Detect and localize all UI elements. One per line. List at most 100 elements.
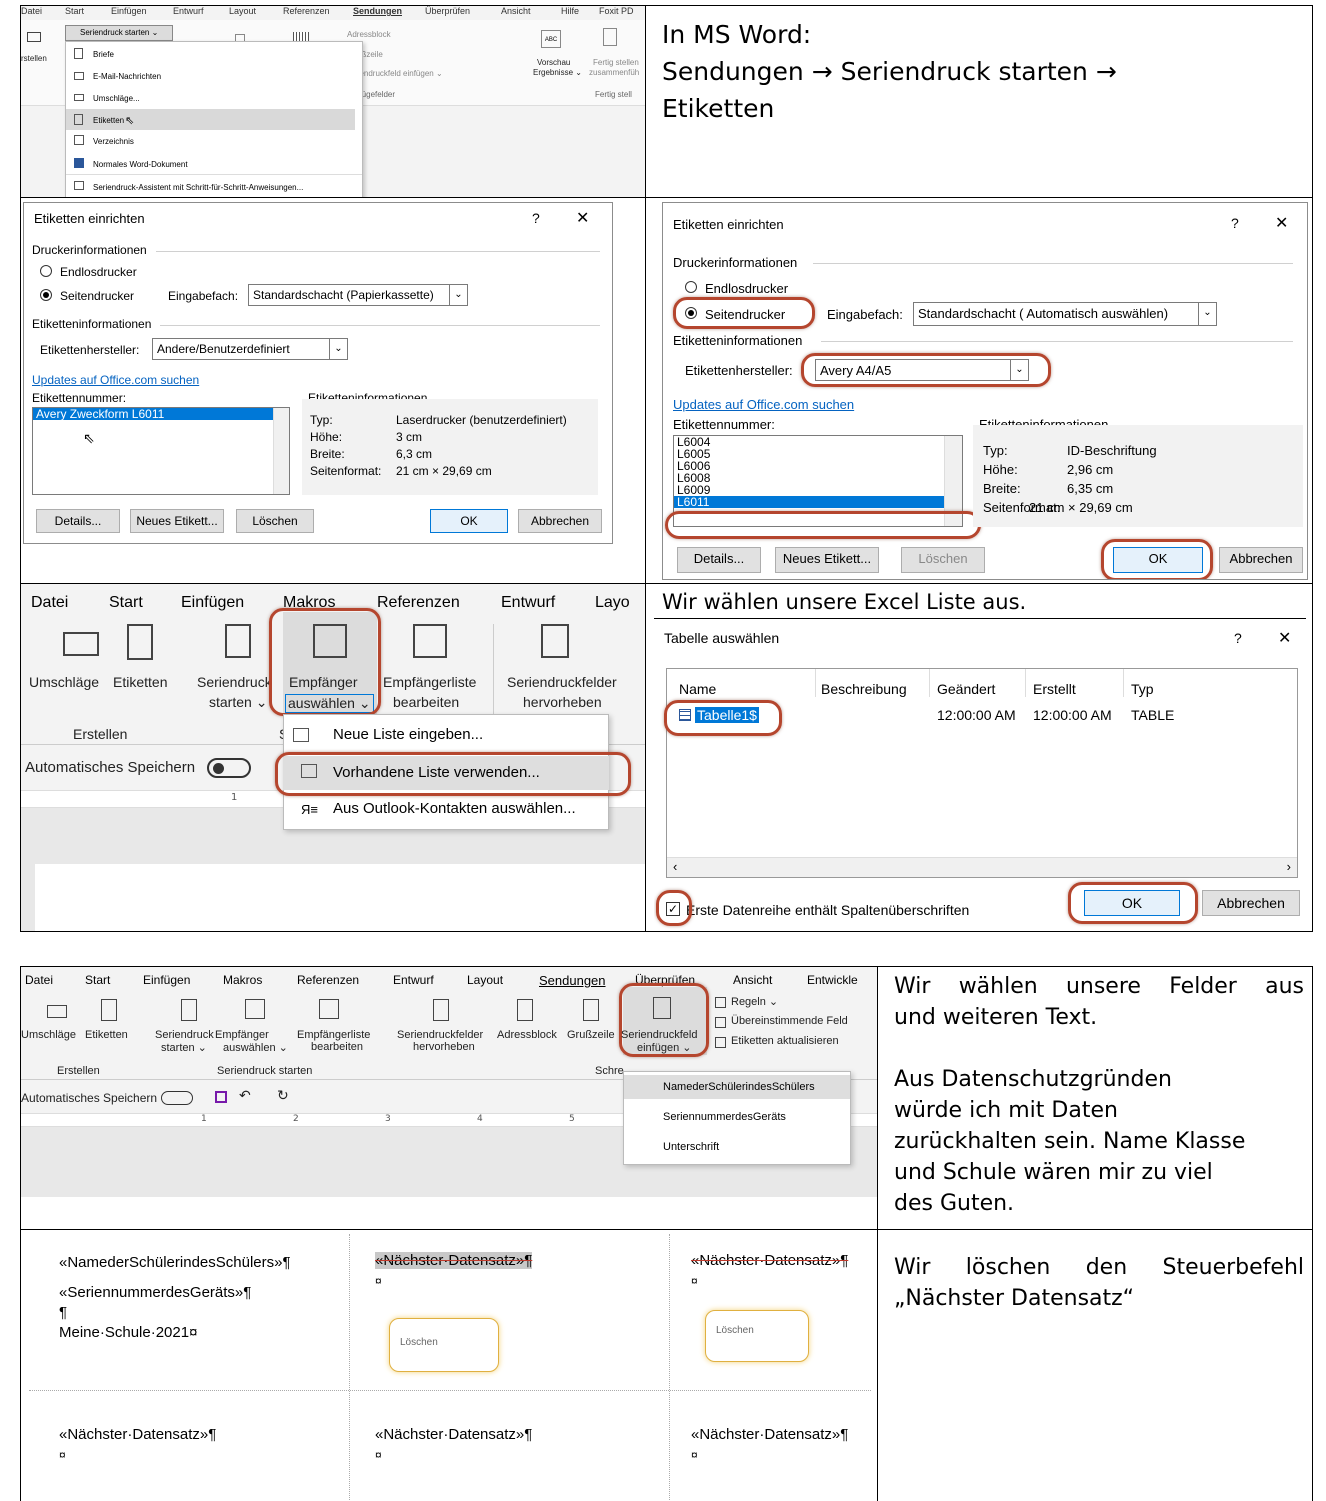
eingabefach-select[interactable]: Standardschacht (Papierkassette) ⌄: [248, 284, 468, 306]
help-button[interactable]: ?: [1231, 215, 1239, 231]
menu-tab[interactable]: Foxit PD: [599, 6, 634, 16]
empfliste-label[interactable]: Empfängerliste: [297, 1029, 370, 1041]
menu-item-verzeichnis[interactable]: Verzeichnis: [93, 137, 134, 146]
help-button[interactable]: ?: [1234, 630, 1242, 646]
starten-label[interactable]: starten ⌄: [161, 1041, 207, 1054]
menu-item-signature-field[interactable]: Unterschrift: [663, 1141, 719, 1153]
list-item[interactable]: Avery Zweckform L6011: [33, 408, 273, 420]
menu-tab[interactable]: Layo: [595, 594, 630, 612]
column-header[interactable]: Name: [679, 681, 716, 697]
list-item[interactable]: L6005: [674, 448, 962, 460]
loeschen-button[interactable]: Löschen: [236, 509, 314, 533]
menu-item-email[interactable]: E-Mail-Nachrichten: [93, 72, 161, 81]
umschlaege-label[interactable]: Umschläge: [29, 674, 99, 690]
list-item[interactable]: L6004: [674, 436, 962, 448]
menu-tab[interactable]: Entwickle: [807, 973, 858, 987]
etiketten-label[interactable]: Etiketten: [113, 674, 167, 690]
scroll-left-icon[interactable]: ‹: [673, 859, 677, 874]
menu-tab[interactable]: Start: [85, 973, 110, 987]
close-icon[interactable]: ✕: [1278, 628, 1291, 648]
menu-item-assistent[interactable]: Seriendruck-Assistent mit Schritt-für-Sc…: [93, 183, 303, 192]
menu-tab[interactable]: Datei: [21, 6, 42, 16]
list-scrollbar[interactable]: [273, 408, 289, 494]
column-header[interactable]: Beschreibung: [821, 681, 907, 697]
next-record-field[interactable]: «Nächster·Datensatz»¶: [691, 1252, 848, 1269]
neues-etikett-button[interactable]: Neues Etikett...: [775, 547, 879, 573]
empfliste-label[interactable]: Empfängerliste: [383, 674, 476, 690]
list-item[interactable]: L6009: [674, 484, 962, 496]
next-record-field[interactable]: «Nächster·Datensatz»¶: [375, 1252, 533, 1269]
hervorheben-label[interactable]: hervorheben: [523, 694, 602, 710]
uebereinst-label[interactable]: Übereinstimmende Feld: [731, 1015, 848, 1027]
grusszeile-label[interactable]: Grußzeile: [567, 1029, 615, 1041]
details-button[interactable]: Details...: [677, 547, 761, 573]
menu-tab-active[interactable]: Sendungen: [353, 6, 402, 16]
endlos-radio[interactable]: [40, 265, 52, 277]
hersteller-select[interactable]: Andere/Benutzerdefiniert ⌄: [152, 338, 348, 360]
adressblock-label[interactable]: Adressblock: [497, 1029, 557, 1041]
menu-item-umschlaege[interactable]: Umschläge...: [93, 94, 140, 103]
auswaehlen-label[interactable]: auswählen ⌄: [223, 1041, 288, 1054]
column-header[interactable]: Typ: [1131, 681, 1154, 697]
seriendruck-label[interactable]: Seriendruck: [197, 674, 272, 690]
list-item-selected[interactable]: L6011: [674, 496, 944, 508]
felder-label[interactable]: Seriendruckfelder: [397, 1029, 483, 1041]
menu-tab[interactable]: Entwurf: [501, 594, 555, 612]
save-icon[interactable]: [215, 1091, 227, 1103]
menu-item-normal-doc[interactable]: Normales Word-Dokument: [93, 160, 188, 169]
menu-tab[interactable]: Datei: [31, 594, 68, 612]
menu-tab[interactable]: Datei: [25, 973, 53, 987]
list-item[interactable]: L6006: [674, 460, 962, 472]
help-button[interactable]: ?: [532, 210, 540, 226]
details-button[interactable]: Details...: [36, 509, 120, 533]
neues-etikett-button[interactable]: Neues Etikett...: [130, 509, 224, 533]
menu-tab[interactable]: Ansicht: [733, 973, 772, 987]
starten-label[interactable]: starten ⌄: [209, 694, 267, 711]
loeschen-button[interactable]: Löschen: [901, 547, 985, 573]
serial-field[interactable]: «SeriennummerdesGeräts»¶: [59, 1284, 251, 1301]
nummer-list[interactable]: Avery Zweckform L6011 ⇖: [32, 407, 290, 495]
menu-tab[interactable]: Referenzen: [297, 973, 359, 987]
menu-item-name-field[interactable]: NamederSchülerindesSchülers: [663, 1081, 815, 1093]
menu-item-etiketten[interactable]: Etiketten: [93, 116, 124, 125]
next-record-field[interactable]: «Nächster·Datensatz»¶: [375, 1426, 532, 1443]
abbrechen-button[interactable]: Abbrechen: [1219, 547, 1303, 573]
redo-icon[interactable]: ↻: [277, 1087, 289, 1104]
einfuegen-label[interactable]: einfügen ⌄: [637, 1041, 691, 1054]
menu-tab[interactable]: Überprüfen: [425, 6, 470, 16]
list-item[interactable]: L6008: [674, 472, 962, 484]
menu-tab[interactable]: Start: [65, 6, 84, 16]
abbrechen-button[interactable]: Abbrechen: [518, 509, 602, 533]
menu-tab[interactable]: Einfügen: [181, 594, 244, 612]
seriendruckfeld-label[interactable]: Seriendruckfeld: [621, 1029, 697, 1041]
eingabefach-select[interactable]: Standardschacht ( Automatisch auswählen)…: [913, 302, 1217, 326]
menu-item-outlook[interactable]: Aus Outlook-Kontakten auswählen...: [333, 800, 576, 817]
felder-label[interactable]: Seriendruckfelder: [507, 674, 617, 690]
abbrechen-button[interactable]: Abbrechen: [1202, 890, 1300, 916]
hervorheben-label[interactable]: hervorheben: [413, 1041, 475, 1053]
seiten-radio[interactable]: [40, 289, 52, 301]
menu-tab[interactable]: Hilfe: [561, 6, 579, 16]
updates-link[interactable]: Updates auf Office.com suchen: [673, 397, 854, 412]
regeln-label[interactable]: Regeln ⌄: [731, 995, 778, 1008]
etiketten-label[interactable]: Etiketten: [85, 1029, 128, 1041]
seriendruck-starten-button[interactable]: Seriendruck starten ⌄: [65, 25, 173, 41]
bearbeiten-label[interactable]: bearbeiten: [311, 1041, 363, 1053]
menu-item-neue-liste[interactable]: Neue Liste eingeben...: [333, 726, 483, 743]
menu-tab[interactable]: Einfügen: [143, 973, 190, 987]
horizontal-scrollbar[interactable]: ‹ ›: [667, 857, 1297, 877]
autosave-toggle[interactable]: [161, 1091, 193, 1105]
close-icon[interactable]: ✕: [1275, 213, 1288, 233]
menu-tab[interactable]: Referenzen: [283, 6, 330, 16]
updates-link[interactable]: Updates auf Office.com suchen: [32, 373, 199, 387]
menu-tab[interactable]: Ansicht: [501, 6, 531, 16]
menu-tab[interactable]: Entwurf: [173, 6, 204, 16]
school-text[interactable]: Meine·Schule·2021¤: [59, 1324, 197, 1341]
empfaenger-label[interactable]: Empfänger: [215, 1029, 269, 1041]
aktualisieren-label[interactable]: Etiketten aktualisieren: [731, 1035, 839, 1047]
menu-tab[interactable]: Referenzen: [377, 594, 460, 612]
menu-item-serial-field[interactable]: SeriennummerdesGeräts: [663, 1111, 786, 1123]
undo-icon[interactable]: ↶: [239, 1087, 251, 1104]
column-header[interactable]: Geändert: [937, 681, 995, 697]
menu-tab[interactable]: Einfügen: [111, 6, 147, 16]
